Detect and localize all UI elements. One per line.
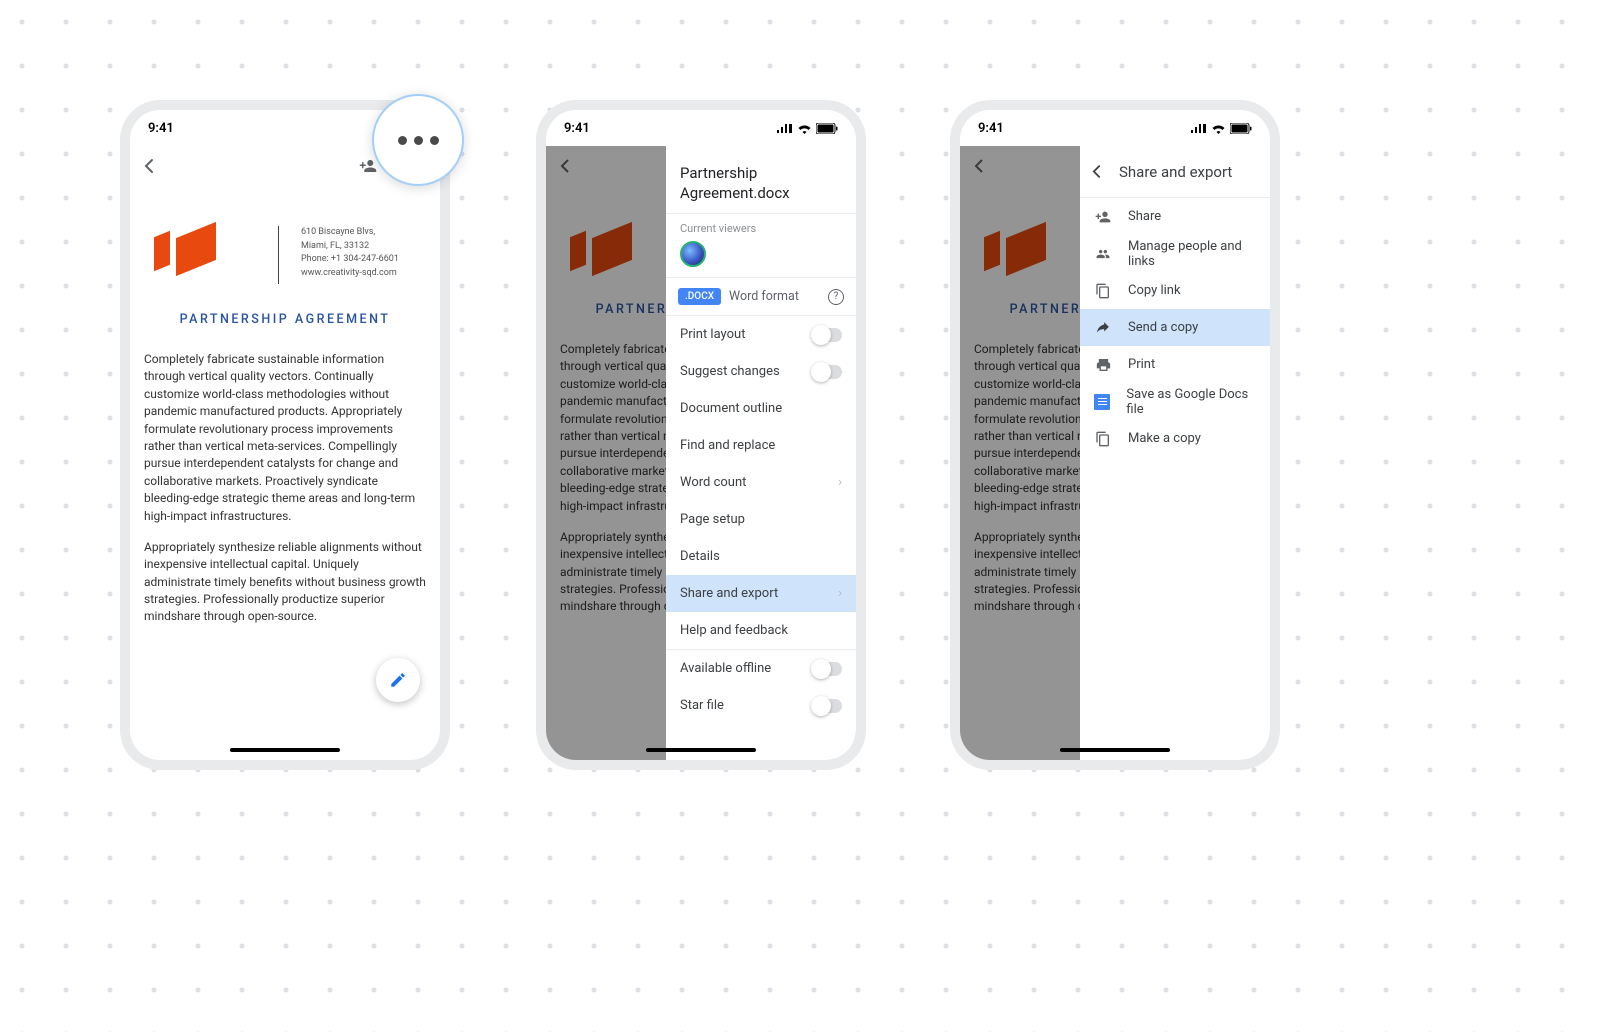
menu-document-outline[interactable]: Document outline [666, 390, 856, 427]
menu-available-offline[interactable]: Available offline [666, 650, 856, 687]
menu-star-file[interactable]: Star file [666, 687, 856, 724]
panel-back-button[interactable] [1088, 160, 1105, 183]
document-content: 610 Biscayne Blvs, Miami, FL, 33132 Phon… [130, 186, 440, 626]
clock: 9:41 [564, 121, 590, 136]
share-item[interactable]: Share [1080, 198, 1270, 235]
more-options-highlight[interactable] [372, 94, 464, 186]
more-icon [398, 136, 407, 145]
document-title: PARTNERSHIP AGREEMENT [144, 312, 426, 327]
people-icon [1094, 247, 1112, 261]
home-indicator[interactable] [1060, 748, 1170, 752]
back-button[interactable] [144, 158, 350, 174]
menu-help-feedback[interactable]: Help and feedback [666, 612, 856, 649]
pencil-icon [391, 673, 405, 687]
menu-word-count[interactable]: Word count› [666, 464, 856, 501]
copy-icon [1094, 282, 1112, 300]
company-logo [150, 226, 228, 274]
signal-icon [777, 124, 792, 133]
add-person-button[interactable] [358, 157, 378, 175]
person-add-icon [1094, 209, 1112, 225]
save-as-docs-item[interactable]: Save as Google Docs file [1080, 383, 1270, 420]
chevron-right-icon: › [838, 586, 842, 601]
menu-share-export[interactable]: Share and export› [666, 575, 856, 612]
toggle-off-icon [812, 328, 842, 342]
share-export-panel: Share and export Share Manage people and… [1080, 146, 1270, 760]
edit-fab[interactable] [376, 658, 420, 702]
status-bar: 9:41 [546, 110, 856, 146]
chevron-left-icon [1094, 166, 1099, 177]
docs-icon [1094, 394, 1110, 410]
docx-badge: .DOCX [678, 288, 721, 305]
format-row[interactable]: .DOCX Word format ? [666, 277, 856, 315]
print-item[interactable]: Print [1080, 346, 1270, 383]
toggle-off-icon [812, 662, 842, 676]
status-bar: 9:41 [960, 110, 1270, 146]
menu-details[interactable]: Details [666, 538, 856, 575]
paragraph: Appropriately synthesize reliable alignm… [144, 539, 426, 626]
current-viewers-label: Current viewers [666, 214, 856, 241]
print-icon [1094, 357, 1112, 373]
menu-print-layout[interactable]: Print layout [666, 316, 856, 353]
make-copy-item[interactable]: Make a copy [1080, 420, 1270, 457]
menu-page-setup[interactable]: Page setup [666, 501, 856, 538]
format-label: Word format [729, 289, 820, 304]
overflow-menu-panel: Partnership Agreement.docx Current viewe… [666, 146, 856, 760]
manage-people-item[interactable]: Manage people and links [1080, 235, 1270, 272]
forward-icon [1094, 321, 1112, 335]
toggle-off-icon [812, 699, 842, 713]
copy-link-item[interactable]: Copy link [1080, 272, 1270, 309]
clock: 9:41 [148, 121, 174, 136]
help-icon[interactable]: ? [828, 289, 844, 305]
chevron-left-icon [146, 160, 152, 172]
panel-title: Share and export [1119, 163, 1232, 181]
viewer-avatar[interactable] [680, 241, 706, 267]
paragraph: Completely fabricate sustainable informa… [144, 351, 426, 525]
more-icon [430, 136, 439, 145]
chevron-right-icon: › [838, 475, 842, 490]
copy-icon [1094, 430, 1112, 448]
toggle-off-icon [812, 365, 842, 379]
status-icons [776, 123, 838, 134]
letterhead-address: 610 Biscayne Blvs, Miami, FL, 33132 Phon… [301, 226, 399, 280]
status-icons [1190, 123, 1252, 134]
send-copy-item[interactable]: Send a copy [1080, 309, 1270, 346]
home-indicator[interactable] [646, 748, 756, 752]
clock: 9:41 [978, 121, 1004, 136]
menu-find-replace[interactable]: Find and replace [666, 427, 856, 464]
home-indicator[interactable] [230, 748, 340, 752]
more-icon [414, 136, 423, 145]
person-add-icon [360, 160, 377, 172]
battery-icon [836, 126, 838, 130]
panel-file-name: Partnership Agreement.docx [666, 146, 856, 213]
wifi-icon [799, 125, 811, 133]
menu-suggest-changes[interactable]: Suggest changes [666, 353, 856, 390]
